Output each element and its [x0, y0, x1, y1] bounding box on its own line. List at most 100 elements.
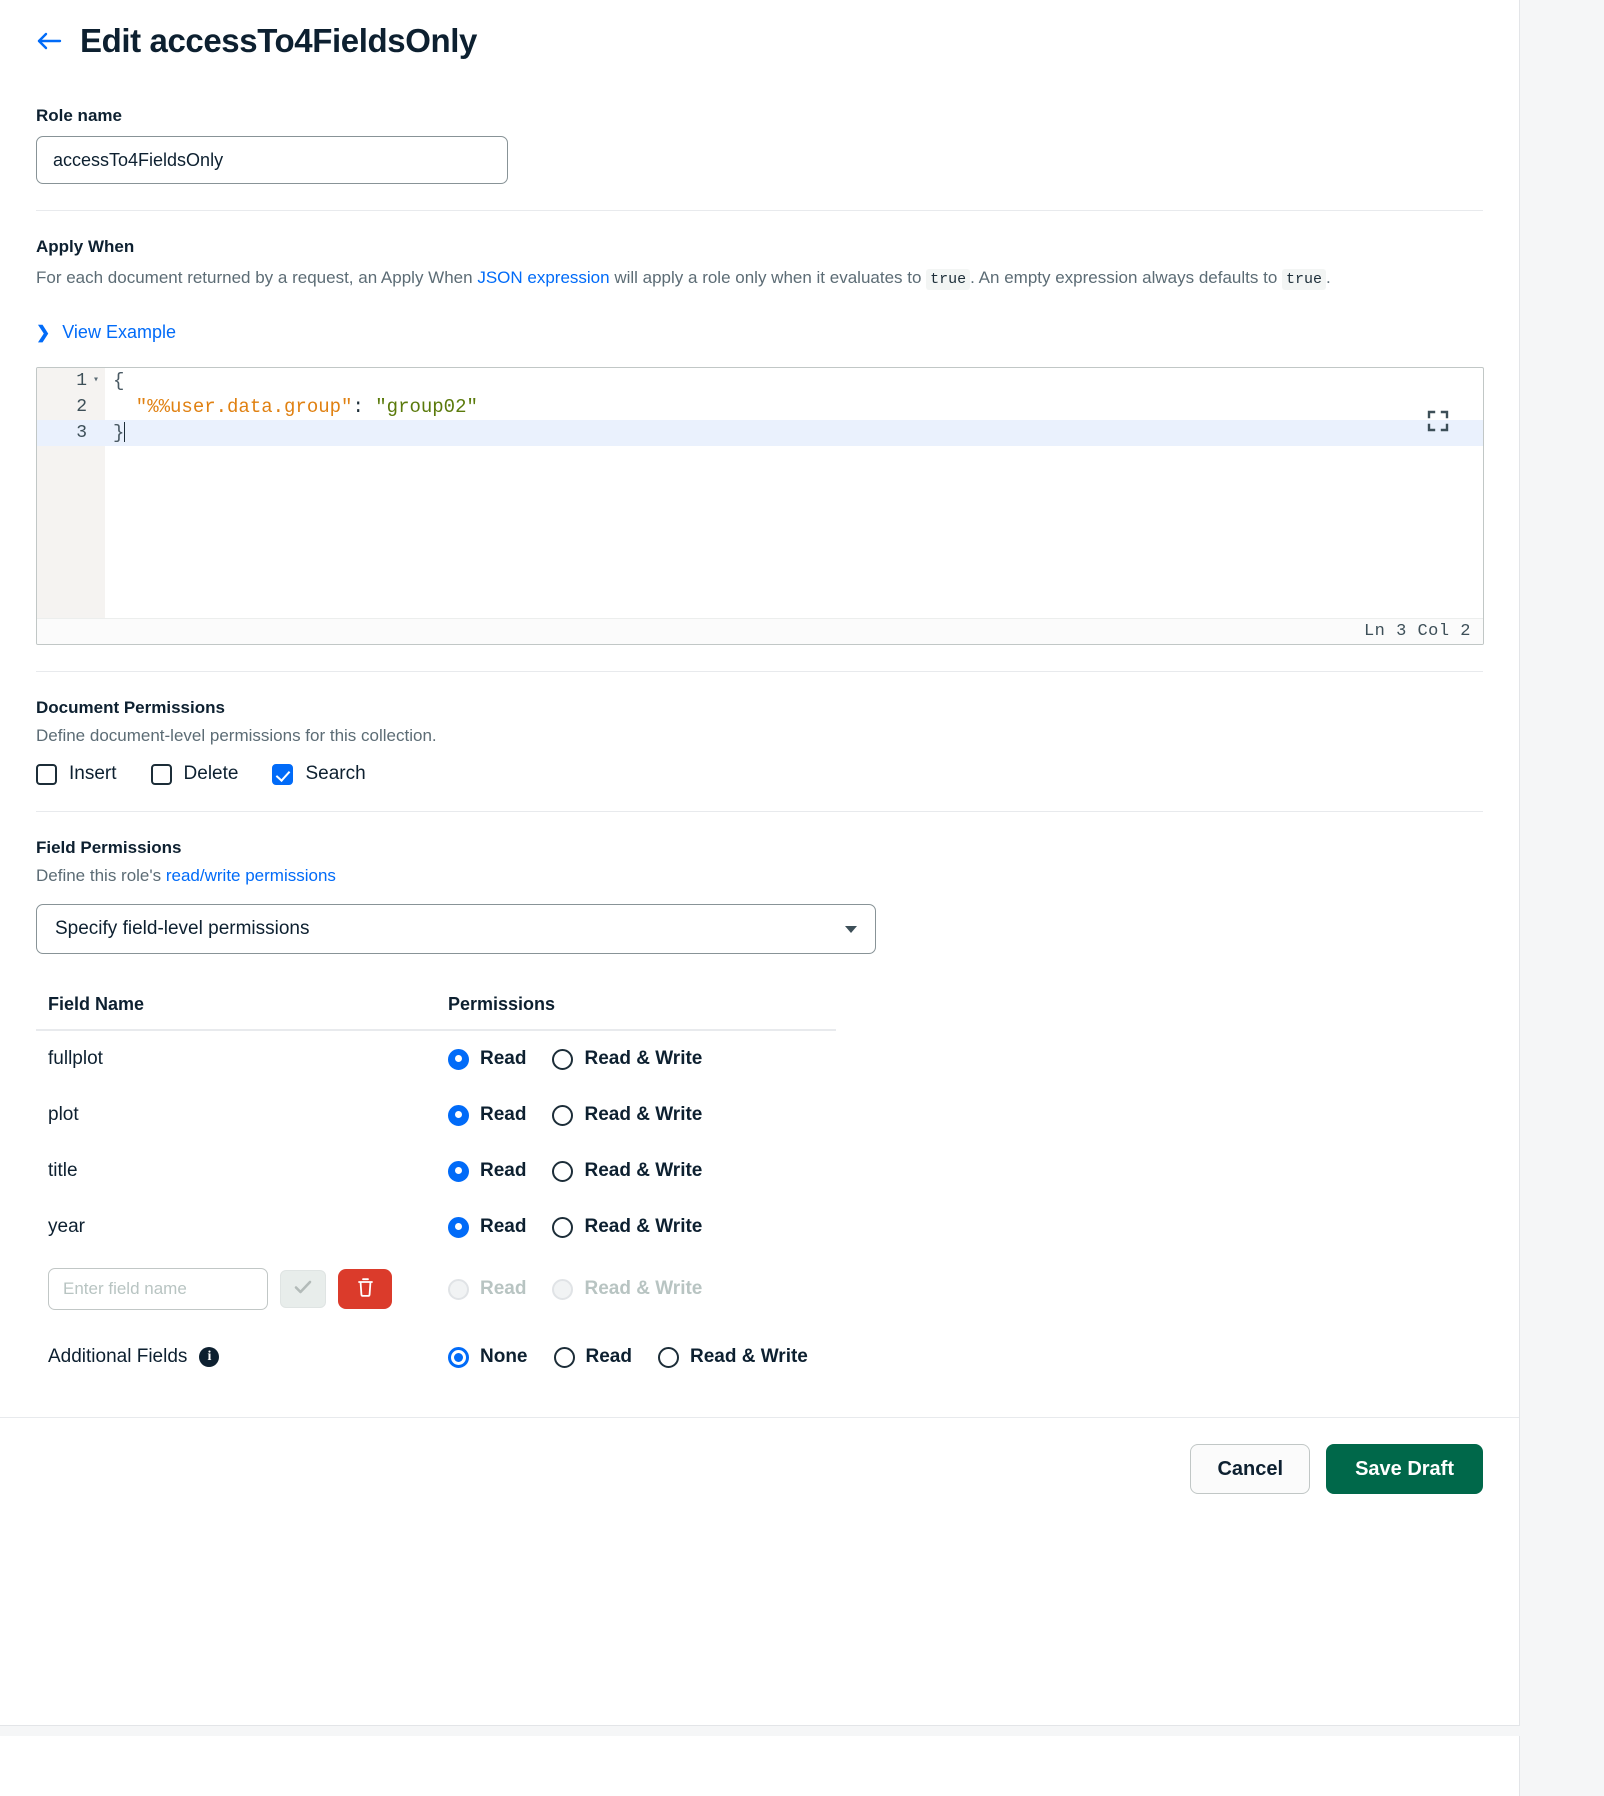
line-number: 2: [76, 396, 87, 417]
fold-toggle-icon[interactable]: ▾: [87, 368, 105, 394]
additional-fields-radio-read-write[interactable]: Read & Write: [657, 1346, 808, 1368]
field-permissions-subtitle: Define this role's read/write permission…: [36, 864, 1456, 888]
radio-unselected-icon[interactable]: [552, 1160, 574, 1182]
apply-when-section: Apply When For each document returned by…: [0, 237, 1519, 645]
editor-code-area[interactable]: 1 ▾ {2 "%%user.data.group": "group02" 3}: [37, 368, 1483, 446]
save-draft-button[interactable]: Save Draft: [1326, 1444, 1483, 1495]
checkbox-search[interactable]: Search: [272, 763, 366, 785]
radio-selected-icon[interactable]: [448, 1048, 469, 1070]
field-plot-radio-read[interactable]: Read: [448, 1104, 526, 1126]
field-permissions-table: Field Name Permissions fullplot Read Read …: [36, 994, 836, 1391]
code-text: }: [105, 420, 126, 446]
radio-label: Read & Write: [584, 1216, 703, 1238]
edit-role-panel: Edit accessTo4FieldsOnly Role name Apply…: [0, 0, 1520, 1726]
field-permissions-heading: Field Permissions: [36, 838, 182, 858]
code-token: "%%user.data.group": [113, 395, 353, 418]
field-year-radio-group: Read Read & Write: [448, 1216, 702, 1238]
additional-fields-label-cell: Additional Fields i: [48, 1346, 448, 1368]
radio-unselected-icon[interactable]: [553, 1346, 575, 1368]
radio-selected-icon[interactable]: [448, 1104, 469, 1126]
field-permissions-mode-select[interactable]: Specify field-level permissions: [36, 904, 876, 955]
code-line[interactable]: 3}: [37, 419, 1483, 446]
field-title-radio-group: Read Read & Write: [448, 1160, 702, 1182]
additional-fields-row: Additional Fields i None Read Read & Write: [36, 1323, 836, 1391]
field-fullplot-radio-read-write[interactable]: Read & Write: [552, 1048, 702, 1070]
radio-unselected-icon[interactable]: [552, 1216, 574, 1238]
additional-fields-radio-group: None Read Read & Write: [448, 1346, 808, 1368]
additional-fields-radio-none[interactable]: None: [448, 1346, 528, 1368]
checkbox-empty-icon[interactable]: [36, 763, 57, 785]
checkbox-checked-icon[interactable]: [272, 763, 294, 785]
field-permissions-section: Field Permissions Define this role's rea…: [0, 838, 1519, 1391]
code-true-1: true: [926, 269, 971, 290]
view-example-toggle[interactable]: ❯ View Example: [36, 322, 176, 343]
field-title-radio-read[interactable]: Read: [448, 1160, 526, 1182]
checkbox-label: Search: [305, 763, 366, 785]
code-token: {: [113, 369, 125, 392]
radio-label: Read & Write: [584, 1104, 703, 1126]
checkbox-delete[interactable]: Delete: [150, 763, 239, 785]
trash-icon: [357, 1277, 374, 1302]
code-line[interactable]: 1 ▾ {: [37, 368, 1483, 394]
code-text: "%%user.data.group": "group02": [105, 394, 478, 420]
field-year-radio-read-write[interactable]: Read & Write: [552, 1216, 702, 1238]
role-name-input[interactable]: [36, 136, 508, 184]
checkbox-label: Delete: [183, 763, 239, 785]
role-name-label: Role name: [36, 106, 122, 125]
delete-field-button[interactable]: [338, 1269, 392, 1310]
radio-label: Read & Write: [584, 1278, 703, 1300]
radio-disabled-icon: [552, 1278, 574, 1300]
confirm-field-button[interactable]: [280, 1270, 326, 1309]
text-caret: [124, 421, 126, 442]
view-example-label: View Example: [62, 321, 176, 342]
code-line[interactable]: 2 "%%user.data.group": "group02": [37, 394, 1483, 420]
field-name-cell: fullplot: [48, 1048, 103, 1070]
new-field-controls: [48, 1268, 448, 1311]
radio-label: Read: [480, 1104, 527, 1126]
checkbox-insert[interactable]: Insert: [36, 763, 117, 785]
new-field-name-input[interactable]: [48, 1268, 268, 1311]
code-text: {: [105, 368, 124, 394]
field-plot-radio-read-write[interactable]: Read & Write: [552, 1104, 702, 1126]
document-permissions-section: Document Permissions Define document-lev…: [0, 698, 1519, 786]
field-permissions-subtitle-text: Define this role's: [36, 866, 166, 886]
radio-unselected-icon[interactable]: [552, 1104, 574, 1126]
code-true-2: true: [1282, 269, 1327, 290]
editor-status-bar: Ln 3 Col 2: [37, 617, 1483, 644]
document-permissions-heading: Document Permissions: [36, 697, 225, 717]
new-field-row: Read Read & Write: [36, 1255, 836, 1323]
radio-unselected-icon[interactable]: [552, 1048, 574, 1070]
table-row: year Read Read & Write: [36, 1199, 836, 1255]
radio-label: Read: [480, 1216, 527, 1238]
checkbox-label: Insert: [69, 763, 117, 785]
code-token: "group02": [363, 395, 478, 418]
radio-unselected-icon[interactable]: [657, 1346, 679, 1368]
radio-label: Read: [480, 1160, 527, 1182]
json-expression-link[interactable]: JSON expression: [477, 268, 609, 287]
field-plot-radio-group: Read Read & Write: [448, 1104, 702, 1126]
chevron-right-icon: ❯: [36, 322, 51, 342]
radio-selected-icon[interactable]: [448, 1160, 469, 1182]
field-fullplot-radio-read[interactable]: Read: [448, 1048, 526, 1070]
arrow-left-icon[interactable]: [36, 31, 62, 51]
field-name-cell: title: [48, 1160, 78, 1182]
editor-cursor-position: Ln 3 Col 2: [1363, 621, 1471, 641]
desc-text-1: For each document returned by a request,…: [36, 268, 478, 287]
checkbox-empty-icon[interactable]: [150, 763, 172, 785]
radio-label: Read & Write: [584, 1160, 703, 1182]
json-code-editor[interactable]: 1 ▾ {2 "%%user.data.group": "group02" 3} Ln…: [36, 366, 1484, 645]
chevron-down-icon: [845, 925, 857, 933]
apply-when-heading: Apply When: [36, 237, 135, 256]
cancel-button[interactable]: Cancel: [1190, 1444, 1311, 1495]
field-name-cell: plot: [48, 1104, 79, 1126]
line-number: 1: [76, 370, 87, 391]
field-year-radio-read[interactable]: Read: [448, 1216, 526, 1238]
fullscreen-expand-icon[interactable]: [1427, 410, 1449, 432]
radio-ring-icon[interactable]: [448, 1346, 469, 1368]
additional-fields-radio-read[interactable]: Read: [553, 1346, 632, 1368]
page-bottom-strip: [0, 1736, 1520, 1796]
read-write-permissions-link[interactable]: read/write permissions: [166, 866, 336, 885]
field-title-radio-read-write[interactable]: Read & Write: [552, 1160, 702, 1182]
radio-selected-icon[interactable]: [448, 1216, 469, 1238]
info-icon[interactable]: i: [199, 1347, 220, 1368]
